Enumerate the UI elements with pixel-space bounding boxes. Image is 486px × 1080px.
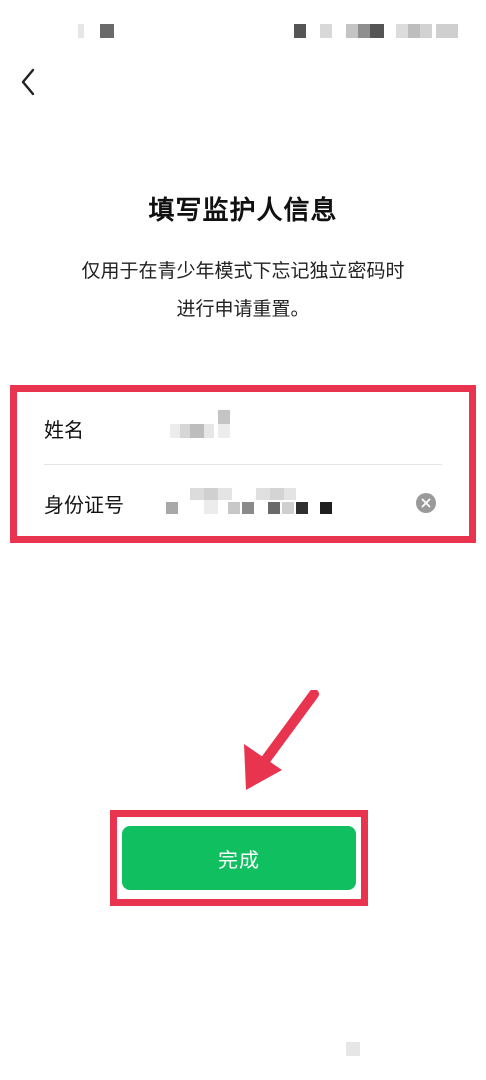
- status-bar-block: [100, 24, 114, 38]
- status-bar-block: [78, 24, 84, 38]
- status-bar-block: [436, 24, 458, 38]
- subtitle-line: 进行申请重置。: [176, 298, 310, 320]
- status-bar-block: [370, 24, 384, 38]
- name-label: 姓名: [44, 417, 84, 442]
- status-bar-block: [346, 24, 358, 38]
- clear-input-icon[interactable]: [416, 493, 436, 513]
- annotation-arrow-icon: [244, 690, 319, 790]
- redacted-block: [346, 1042, 360, 1056]
- form-divider: [44, 464, 442, 465]
- done-button[interactable]: 完成: [122, 826, 356, 890]
- status-bar-block: [320, 24, 332, 38]
- status-bar-block: [358, 24, 370, 38]
- status-bar-block: [408, 24, 420, 38]
- id-number-label: 身份证号: [44, 492, 124, 517]
- status-bar-block: [294, 24, 306, 38]
- status-bar-block: [396, 24, 408, 38]
- subtitle-line: 仅用于在青少年模式下忘记独立密码时: [81, 260, 405, 282]
- page-title: 填写监护人信息: [148, 196, 338, 226]
- chevron-left-icon: [21, 68, 35, 96]
- page-subtitle: 仅用于在青少年模式下忘记独立密码时 进行申请重置。: [0, 252, 486, 328]
- status-bar-block: [420, 24, 432, 38]
- name-field[interactable]: 姓名: [44, 393, 442, 463]
- close-icon: [421, 498, 431, 508]
- back-button[interactable]: [12, 64, 44, 100]
